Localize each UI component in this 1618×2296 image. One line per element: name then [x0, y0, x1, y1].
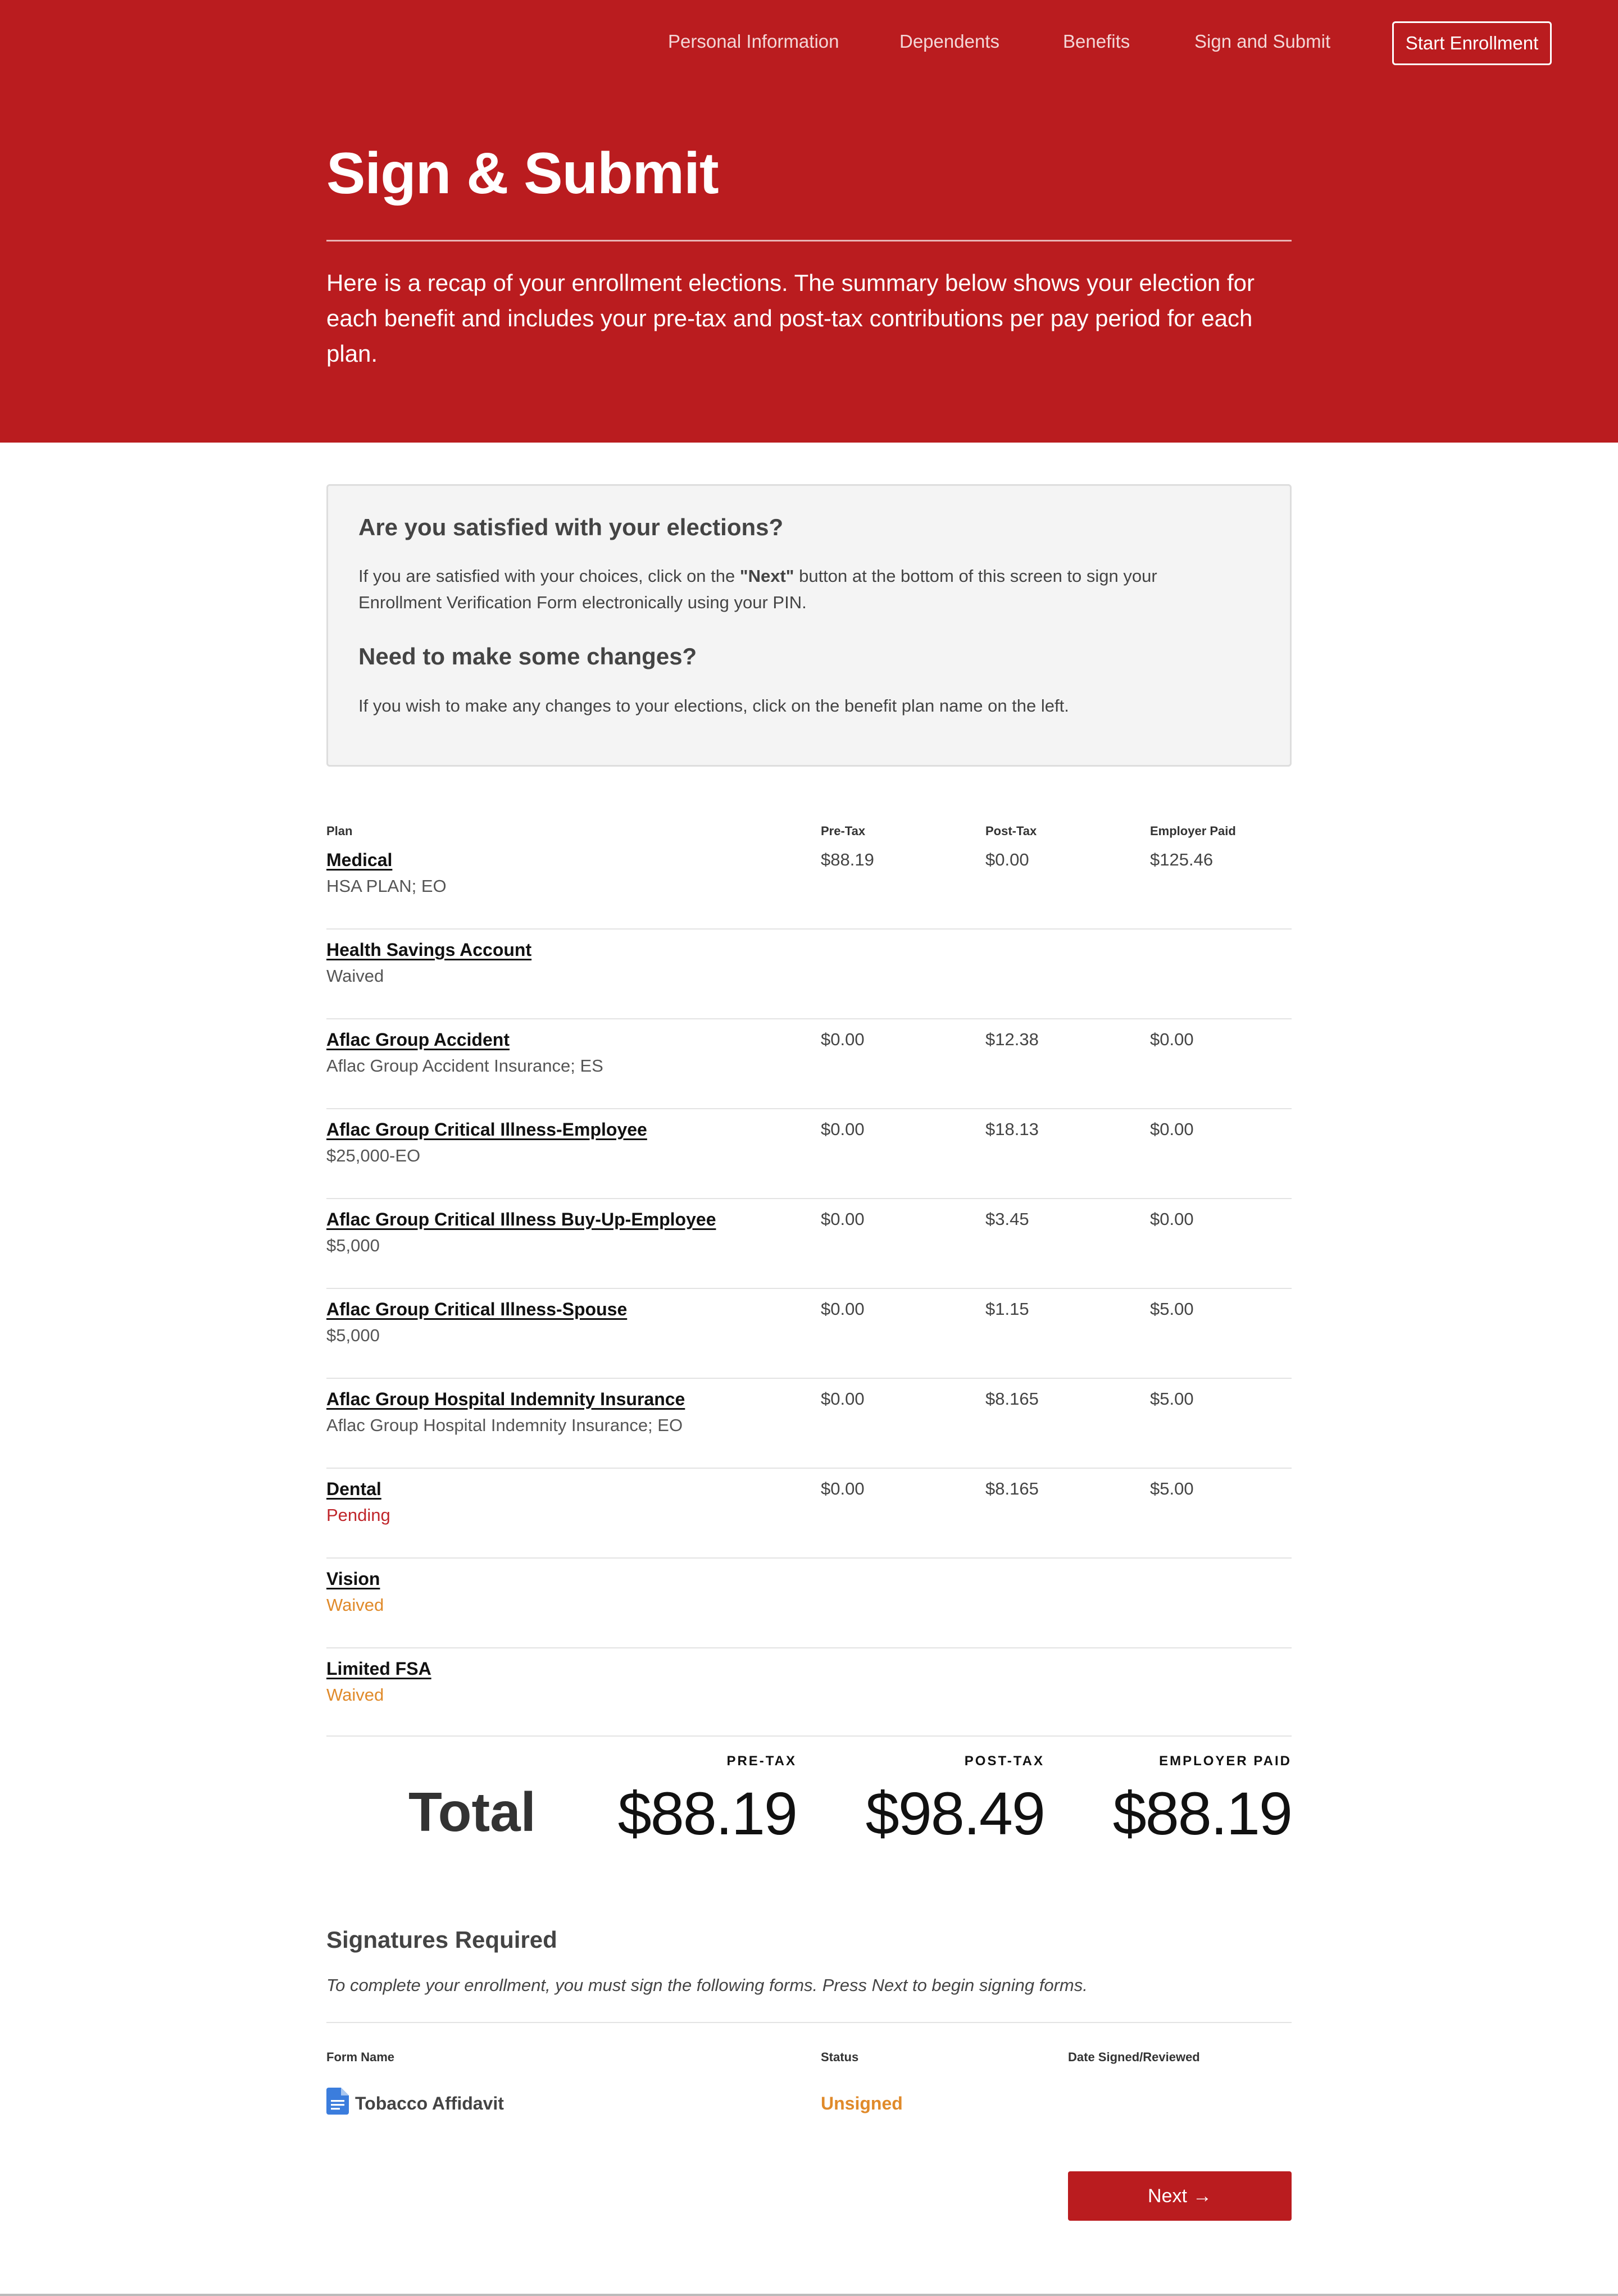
nav-sign-and-submit[interactable]: Sign and Submit	[1194, 31, 1330, 52]
next-button-label: Next	[1148, 2185, 1187, 2207]
pre-tax-value: $0.00	[821, 1389, 865, 1409]
col-header-form-name: Form Name	[326, 2050, 395, 2064]
table-row: Vision Waived	[326, 1559, 1292, 1648]
arrow-right-icon: →	[1192, 2185, 1212, 2207]
total-employer-paid-label: EMPLOYER PAID	[1159, 1753, 1292, 1769]
satisfied-text-part1: If you are satisfied with your choices, …	[358, 566, 740, 586]
plan-detail: Waived	[326, 966, 384, 986]
pending-status: Pending	[326, 1505, 390, 1525]
table-row: Dental Pending $0.00 $8.165 $5.00	[326, 1469, 1292, 1559]
plan-detail: HSA PLAN; EO	[326, 876, 447, 896]
pre-tax-value: $0.00	[821, 1209, 865, 1229]
employer-paid-value: $5.00	[1150, 1299, 1194, 1319]
satisfied-text: If you are satisfied with your choices, …	[358, 563, 1235, 616]
next-emphasis: "Next"	[739, 566, 794, 586]
table-row: Aflac Group Critical Illness-Employee $2…	[326, 1109, 1292, 1199]
page-header: Personal Information Dependents Benefits…	[0, 0, 1618, 443]
pre-tax-value: $0.00	[821, 1029, 865, 1049]
total-employer-paid-value: $88.19	[1112, 1779, 1293, 1847]
plan-link-medical[interactable]: Medical	[326, 850, 392, 871]
plan-link-vision[interactable]: Vision	[326, 1569, 380, 1589]
post-tax-value: $8.165	[985, 1479, 1039, 1498]
page-intro: Here is a recap of your enrollment elect…	[326, 270, 1255, 367]
plan-link-aflac-group-accident[interactable]: Aflac Group Accident	[326, 1029, 510, 1050]
plan-link-critical-illness-buy-up[interactable]: Aflac Group Critical Illness Buy-Up-Empl…	[326, 1209, 716, 1230]
total-label: Total	[408, 1781, 536, 1843]
plan-link-critical-illness-employee[interactable]: Aflac Group Critical Illness-Employee	[326, 1119, 647, 1140]
table-row: Health Savings Account Waived	[326, 930, 1292, 1019]
post-tax-value: $3.45	[985, 1209, 1029, 1229]
nav-personal-information[interactable]: Personal Information	[668, 31, 839, 52]
pre-tax-value: $88.19	[821, 850, 874, 869]
signatures-divider	[326, 2022, 1292, 2023]
pre-tax-value: $0.00	[821, 1479, 865, 1498]
table-row: Aflac Group Hospital Indemnity Insurance…	[326, 1379, 1292, 1469]
satisfied-heading: Are you satisfied with your elections?	[358, 514, 784, 540]
table-row: Aflac Group Accident Aflac Group Acciden…	[326, 1019, 1292, 1109]
col-header-post-tax: Post-Tax	[985, 824, 1037, 838]
form-status: Unsigned	[821, 2093, 903, 2113]
post-tax-value: $18.13	[985, 1119, 1039, 1139]
plan-detail: $5,000	[326, 1236, 380, 1255]
instructions-panel: Are you satisfied with your elections? I…	[326, 484, 1292, 767]
employer-paid-value: $5.00	[1150, 1389, 1194, 1409]
plan-link-critical-illness-spouse[interactable]: Aflac Group Critical Illness-Spouse	[326, 1299, 627, 1320]
page-title: Sign & Submit	[326, 141, 719, 206]
col-header-employer-paid: Employer Paid	[1150, 824, 1236, 838]
total-pre-tax-label: PRE-TAX	[726, 1753, 797, 1769]
employer-paid-value: $125.46	[1150, 850, 1214, 869]
employer-paid-value: $0.00	[1150, 1209, 1194, 1229]
start-enrollment-button[interactable]: Start Enrollment	[1392, 21, 1552, 65]
total-post-tax-label: POST-TAX	[964, 1753, 1044, 1769]
signatures-heading: Signatures Required	[326, 1926, 557, 1953]
col-header-status: Status	[821, 2050, 859, 2064]
nav-dependents[interactable]: Dependents	[899, 31, 999, 52]
table-row: Limited FSA Waived	[326, 1648, 1292, 1738]
next-button[interactable]: Next →	[1068, 2171, 1292, 2221]
plan-detail: $25,000-EO	[326, 1146, 421, 1165]
table-row: Aflac Group Critical Illness Buy-Up-Empl…	[326, 1199, 1292, 1289]
col-header-pre-tax: Pre-Tax	[821, 824, 866, 838]
post-tax-value: $12.38	[985, 1029, 1039, 1049]
page-bottom-border	[0, 2294, 1618, 2296]
nav-benefits[interactable]: Benefits	[1063, 31, 1130, 52]
post-tax-value: $8.165	[985, 1389, 1039, 1409]
plan-detail: $5,000	[326, 1325, 380, 1345]
changes-text: If you wish to make any changes to your …	[358, 696, 1069, 716]
waived-status: Waived	[326, 1595, 384, 1615]
signatures-description: To complete your enrollment, you must si…	[326, 1975, 1088, 1995]
col-header-date-signed: Date Signed/Reviewed	[1068, 2050, 1200, 2064]
pre-tax-value: $0.00	[821, 1299, 865, 1319]
total-pre-tax-value: $88.19	[617, 1779, 798, 1847]
plan-detail: Aflac Group Accident Insurance; ES	[326, 1056, 603, 1076]
total-post-tax-value: $98.49	[865, 1779, 1046, 1847]
changes-heading: Need to make some changes?	[358, 643, 697, 669]
plan-link-limited-fsa[interactable]: Limited FSA	[326, 1659, 431, 1679]
pre-tax-value: $0.00	[821, 1119, 865, 1139]
plan-detail: Aflac Group Hospital Indemnity Insurance…	[326, 1415, 683, 1435]
form-name-tobacco-affidavit: Tobacco Affidavit	[355, 2093, 504, 2113]
employer-paid-value: $0.00	[1150, 1119, 1194, 1139]
top-nav: Personal Information Dependents Benefits…	[0, 0, 1618, 88]
employer-paid-value: $0.00	[1150, 1029, 1194, 1049]
document-icon	[326, 2088, 349, 2115]
table-row: Aflac Group Critical Illness-Spouse $5,0…	[326, 1289, 1292, 1379]
title-divider	[326, 240, 1292, 242]
totals-divider	[326, 1735, 1292, 1737]
waived-status: Waived	[326, 1685, 384, 1705]
post-tax-value: $0.00	[985, 850, 1029, 869]
post-tax-value: $1.15	[985, 1299, 1029, 1319]
plan-link-dental[interactable]: Dental	[326, 1479, 381, 1500]
plan-link-health-savings-account[interactable]: Health Savings Account	[326, 940, 531, 960]
table-row: Medical HSA PLAN; EO $88.19 $0.00 $125.4…	[326, 840, 1292, 930]
col-header-plan: Plan	[326, 824, 353, 838]
employer-paid-value: $5.00	[1150, 1479, 1194, 1498]
plan-link-hospital-indemnity[interactable]: Aflac Group Hospital Indemnity Insurance	[326, 1389, 685, 1410]
